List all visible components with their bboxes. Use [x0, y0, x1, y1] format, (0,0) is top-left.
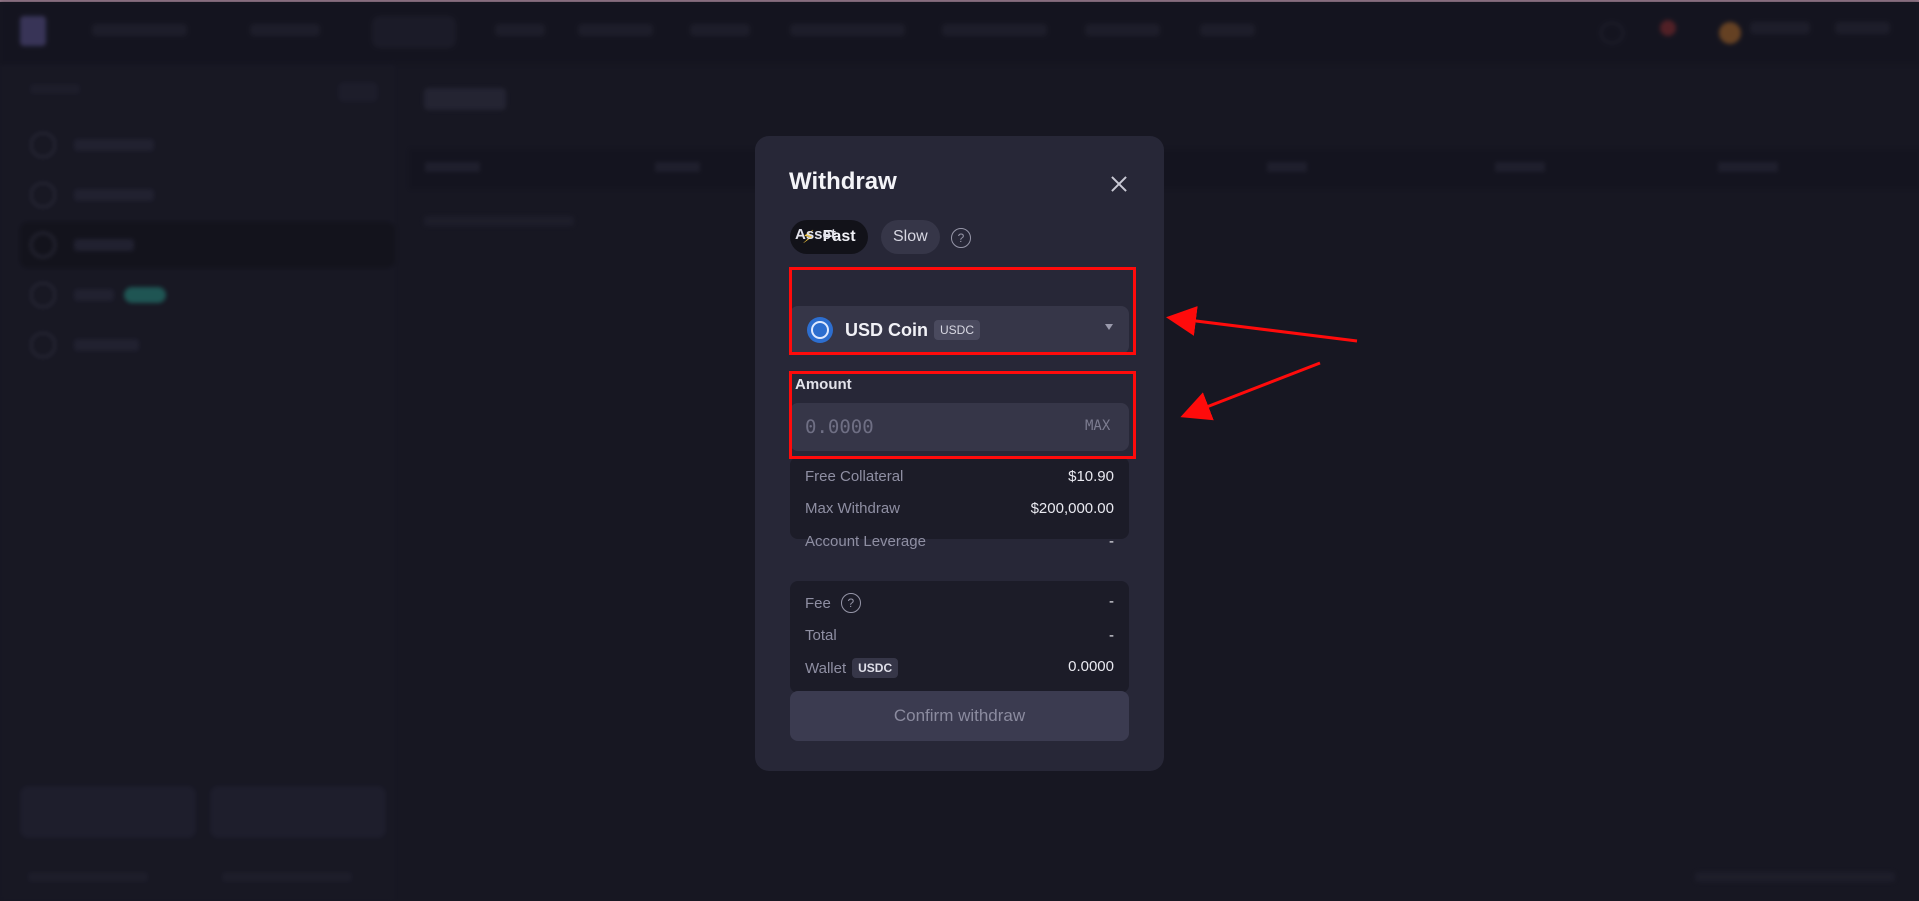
annotation-arrow-amount [1180, 361, 1321, 421]
annotation-arrows [1166, 306, 1358, 421]
annotation-arrow-asset [1166, 306, 1358, 343]
